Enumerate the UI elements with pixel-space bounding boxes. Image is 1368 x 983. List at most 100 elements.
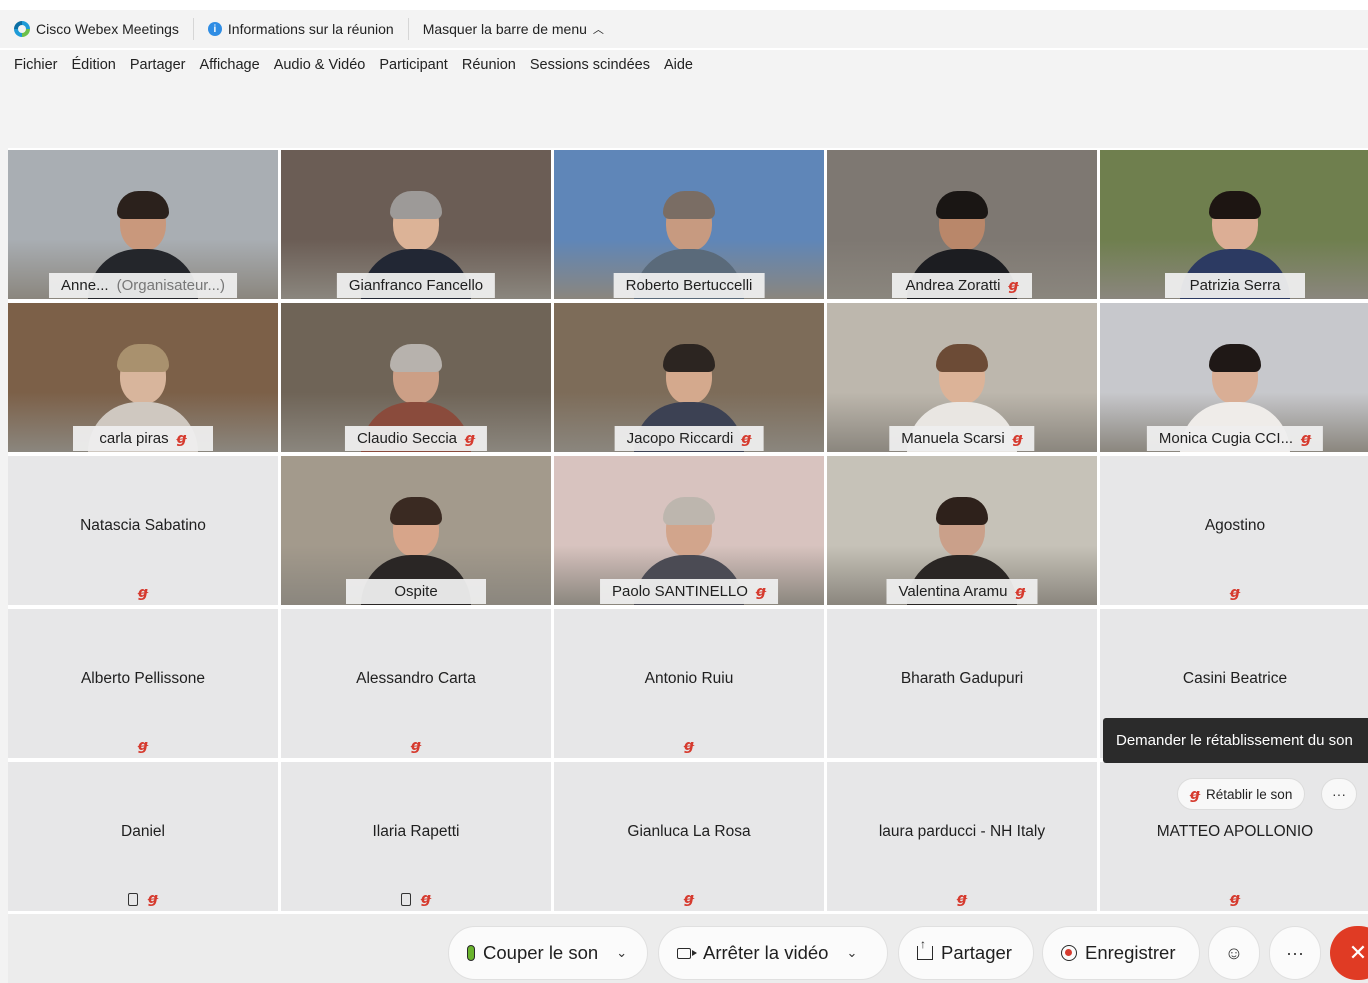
participant-hair (390, 344, 442, 372)
share-label: Partager (941, 942, 1012, 963)
menu-partager[interactable]: Partager (123, 57, 193, 73)
hide-menubar-button[interactable]: Masquer la barre de menu ︿ (409, 18, 618, 40)
participant-tile[interactable]: Antonio Ruiu ꞡ (554, 609, 824, 758)
camera-icon (677, 947, 697, 959)
muted-mic-icon: ꞡ (465, 430, 476, 446)
participant-name: Paolo SANTINELLO (612, 583, 748, 600)
participant-nameplate: Manuela Scarsi ꞡ (889, 426, 1035, 451)
participant-tile[interactable]: Agostino ꞡ (1100, 456, 1368, 605)
record-icon (1061, 945, 1077, 961)
menu-reunion[interactable]: Réunion (455, 57, 523, 73)
muted-mic-icon: ꞡ (1190, 785, 1201, 802)
participant-tile[interactable]: Ilaria Rapetti ꞡ (281, 762, 551, 911)
muted-mic-icon: ꞡ (1008, 277, 1019, 293)
participant-status-icons: ꞡ (1100, 890, 1368, 907)
participant-name: Gianfranco Fancello (348, 277, 484, 294)
chevron-up-icon: ︿ (592, 24, 604, 36)
stop-video-button[interactable]: Arrêter la vidéo ⌄ (658, 926, 888, 980)
participant-name: Gianluca La Rosa (627, 823, 751, 840)
share-button[interactable]: Partager (898, 926, 1034, 980)
participant-more-button[interactable]: ··· (1321, 778, 1357, 810)
participant-video-tile[interactable]: carla piras ꞡ (8, 303, 278, 452)
participant-hair (663, 497, 715, 525)
more-options-button[interactable]: ··· (1269, 926, 1321, 980)
muted-mic-icon: ꞡ (1229, 890, 1241, 906)
participant-video-tile[interactable]: Andrea Zoratti ꞡ (827, 150, 1097, 299)
menu-participant[interactable]: Participant (372, 57, 455, 73)
menu-audio-video[interactable]: Audio & Vidéo (267, 57, 373, 73)
participant-nameplate: Andrea Zoratti ꞡ (892, 273, 1032, 298)
participant-tile[interactable]: Daniel ꞡ (8, 762, 278, 911)
participant-nameplate: Roberto Bertuccelli (613, 273, 765, 298)
menu-fichier[interactable]: Fichier (0, 57, 65, 73)
muted-mic-icon: ꞡ (1301, 430, 1312, 446)
participant-video-tile[interactable]: Anne... (Organisateur...) (8, 150, 278, 299)
menu-edition[interactable]: Édition (65, 57, 123, 73)
participant-hair (390, 191, 442, 219)
participant-hair (936, 344, 988, 372)
participant-hair (936, 497, 988, 525)
participant-status-icons: ꞡ (554, 890, 824, 907)
participant-video-tile[interactable]: Valentina Aramu ꞡ (827, 456, 1097, 605)
participant-video-tile[interactable]: Manuela Scarsi ꞡ (827, 303, 1097, 452)
leave-meeting-button[interactable]: ✕ (1330, 926, 1368, 980)
participant-hair (1209, 344, 1261, 372)
muted-mic-icon: ꞡ (137, 584, 149, 600)
menu-aide[interactable]: Aide (657, 57, 700, 73)
app-title: Cisco Webex Meetings (0, 18, 194, 40)
participant-tile[interactable]: Natascia Sabatino ꞡ (8, 456, 278, 605)
participant-tile[interactable]: Alberto Pellissone ꞡ (8, 609, 278, 758)
menu-affichage[interactable]: Affichage (192, 57, 266, 73)
participant-hair (1209, 191, 1261, 219)
participant-video-tile[interactable]: Jacopo Riccardi ꞡ (554, 303, 824, 452)
participant-hair (117, 191, 169, 219)
participant-tile[interactable]: Gianluca La Rosa ꞡ (554, 762, 824, 911)
participant-video-tile[interactable]: Paolo SANTINELLO ꞡ (554, 456, 824, 605)
meeting-info-button[interactable]: i Informations sur la réunion (194, 18, 409, 40)
participant-grid: Anne... (Organisateur...) Gianfranco Fance… (8, 150, 1368, 914)
participant-nameplate: Patrizia Serra (1165, 273, 1305, 298)
participant-role: (Organisateur...) (116, 277, 225, 294)
smiley-icon: ☺ (1224, 942, 1244, 963)
participant-name: MATTEO APOLLONIO (1156, 823, 1314, 840)
participant-video-tile[interactable]: Ospite (281, 456, 551, 605)
participant-hair (663, 344, 715, 372)
chevron-down-icon[interactable]: ⌄ (616, 945, 627, 961)
participant-video-tile[interactable]: Roberto Bertuccelli (554, 150, 824, 299)
top-spacer (0, 80, 1368, 148)
meeting-info-label: Informations sur la réunion (227, 21, 394, 37)
participant-tile[interactable]: Bharath Gadupuri (827, 609, 1097, 758)
participant-name: Jacopo Riccardi (626, 430, 734, 447)
participant-hair (936, 191, 988, 219)
record-label: Enregistrer (1085, 942, 1176, 963)
info-shield-icon: i (207, 22, 222, 36)
participant-video-tile[interactable]: Patrizia Serra (1100, 150, 1368, 299)
participant-name: Anne... (61, 277, 109, 294)
participant-name: Bharath Gadupuri (900, 670, 1024, 687)
participant-nameplate: Anne... (Organisateur...) (49, 273, 237, 298)
left-border (0, 148, 8, 983)
reactions-button[interactable]: ☺ (1208, 926, 1260, 980)
mute-button[interactable]: Couper le son ⌄ (448, 926, 648, 980)
unmute-request-button[interactable]: ꞡ Rétablir le son (1177, 778, 1306, 810)
participant-tile[interactable]: laura parducci - NH Italy ꞡ (827, 762, 1097, 911)
participant-name: Andrea Zoratti (905, 277, 1001, 294)
menu-sessions-scindees[interactable]: Sessions scindées (523, 57, 657, 73)
muted-mic-icon: ꞡ (137, 737, 149, 753)
participant-status-icons: ꞡ (8, 737, 278, 754)
participant-status-icons: ꞡ (281, 890, 551, 907)
participant-name: Valentina Aramu (898, 583, 1008, 600)
muted-mic-icon: ꞡ (1015, 583, 1026, 599)
microphone-icon (467, 945, 475, 961)
participant-name: Claudio Seccia (356, 430, 458, 447)
more-icon: ··· (1286, 942, 1304, 963)
participant-name: laura parducci - NH Italy (878, 823, 1046, 840)
chevron-down-icon[interactable]: ⌄ (846, 945, 857, 961)
participant-video-tile[interactable]: Gianfranco Fancello (281, 150, 551, 299)
record-button[interactable]: Enregistrer (1042, 926, 1200, 980)
participant-video-tile[interactable]: Claudio Seccia ꞡ (281, 303, 551, 452)
participant-tile[interactable]: Alessandro Carta ꞡ (281, 609, 551, 758)
muted-mic-icon: ꞡ (1012, 430, 1023, 446)
participant-video-tile[interactable]: Monica Cugia CCI... ꞡ (1100, 303, 1368, 452)
participant-name: Agostino (1204, 517, 1266, 534)
